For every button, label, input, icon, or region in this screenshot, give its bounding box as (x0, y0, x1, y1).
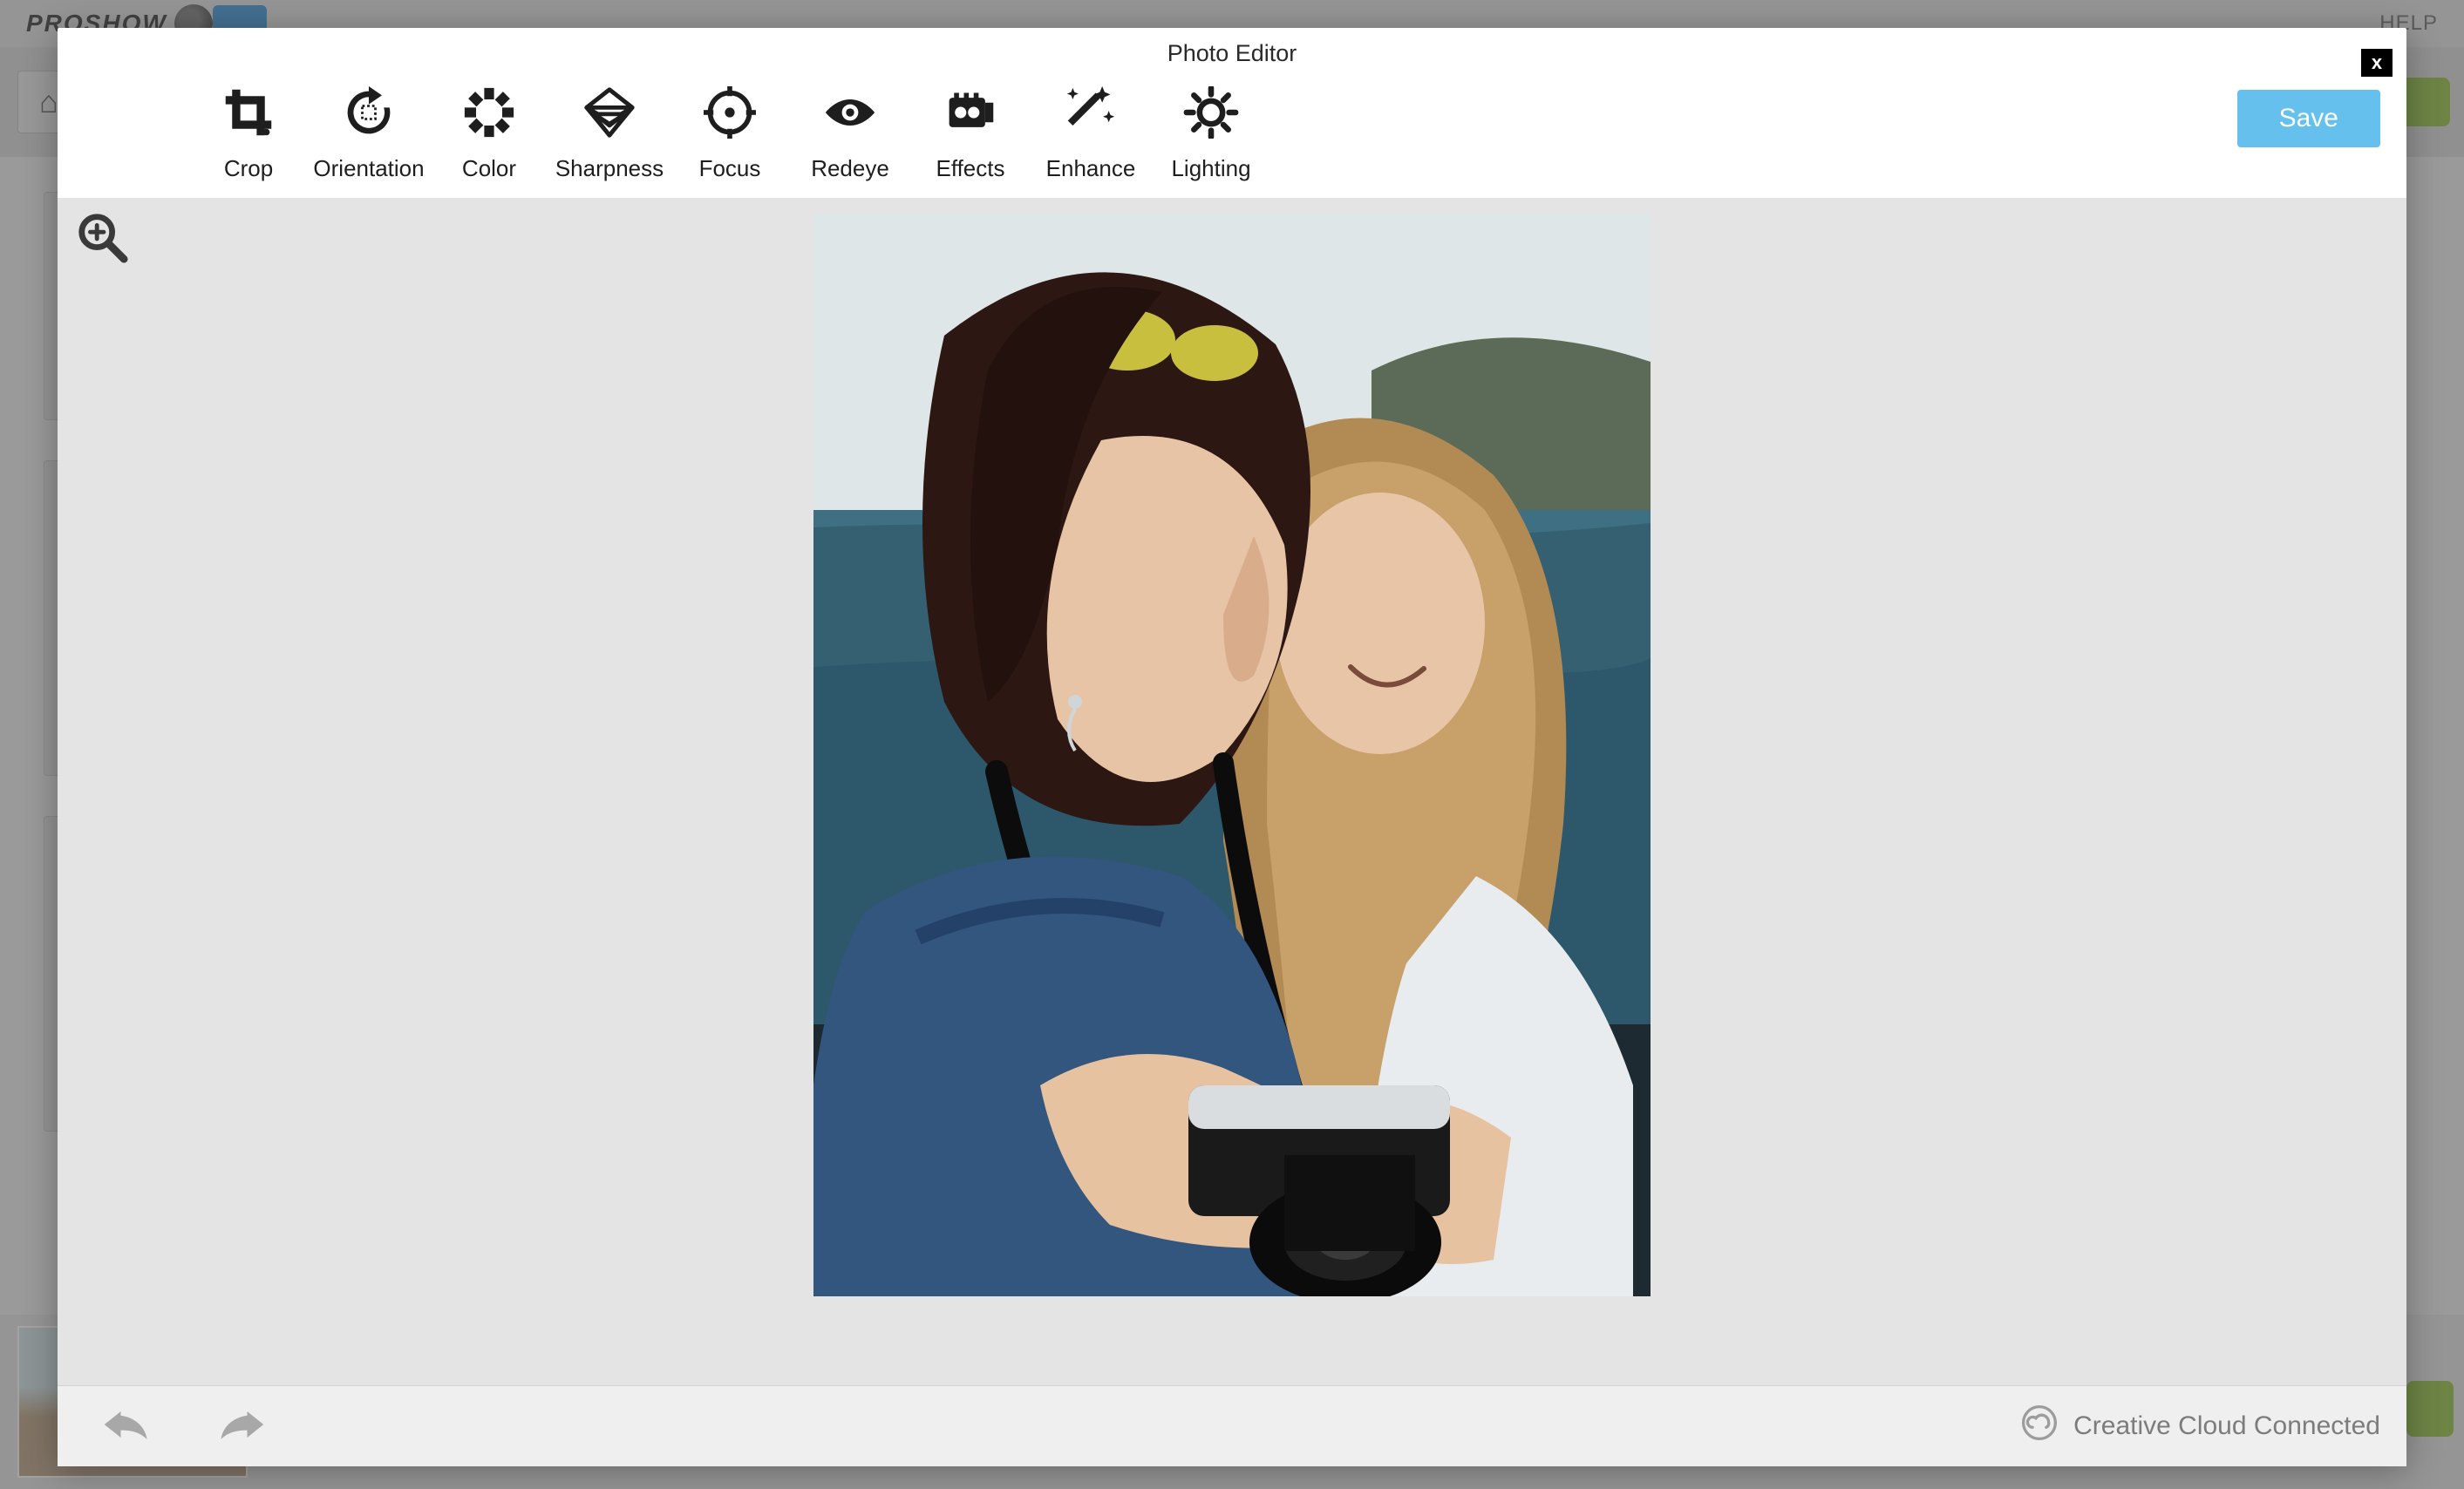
tool-label: Effects (936, 155, 1004, 182)
zoom-in-icon (75, 253, 129, 268)
redo-button[interactable] (214, 1407, 267, 1446)
tool-sharpness[interactable]: Sharpness (549, 86, 670, 182)
tool-label: Color (462, 155, 516, 182)
enhance-icon (1060, 86, 1121, 143)
tool-crop[interactable]: Crop (188, 86, 309, 182)
redeye-icon (820, 86, 881, 143)
effects-icon (940, 86, 1001, 143)
photo-preview[interactable] (813, 214, 1651, 1296)
tools-row: Crop Orientation (188, 86, 1271, 182)
sharpness-icon (579, 86, 640, 143)
tool-focus[interactable]: Focus (670, 86, 790, 182)
save-button[interactable]: Save (2237, 90, 2380, 147)
undo-button[interactable] (101, 1407, 153, 1446)
tool-color[interactable]: Color (429, 86, 549, 182)
tool-label: Lighting (1171, 155, 1250, 182)
redo-icon (214, 1431, 267, 1445)
editor-toolbar: Crop Orientation (58, 74, 2406, 198)
tool-label: Enhance (1046, 155, 1136, 182)
undo-redo-group (101, 1407, 267, 1446)
creative-cloud-icon (2021, 1404, 2058, 1448)
color-icon (459, 86, 520, 143)
tool-redeye[interactable]: Redeye (790, 86, 910, 182)
tool-label: Orientation (313, 155, 424, 182)
tool-lighting[interactable]: Lighting (1151, 86, 1271, 182)
crop-icon (218, 86, 279, 143)
canvas-area (58, 198, 2406, 1385)
tool-label: Focus (699, 155, 761, 182)
tool-orientation[interactable]: Orientation (309, 86, 429, 182)
creative-cloud-status-text: Creative Cloud Connected (2073, 1411, 2380, 1441)
close-button[interactable]: x (2361, 49, 2393, 77)
zoom-in-button[interactable] (75, 210, 129, 269)
modal-title: Photo Editor (58, 28, 2406, 74)
photo-editor-modal: x Photo Editor Crop Orientation (58, 28, 2406, 1466)
undo-icon (101, 1431, 153, 1445)
modal-footer: Creative Cloud Connected (58, 1385, 2406, 1466)
orientation-icon (338, 86, 399, 143)
tool-label: Redeye (811, 155, 889, 182)
creative-cloud-status: Creative Cloud Connected (2021, 1404, 2380, 1448)
tool-enhance[interactable]: Enhance (1031, 86, 1151, 182)
tool-label: Crop (224, 155, 273, 182)
tool-label: Sharpness (555, 155, 664, 182)
lighting-icon (1181, 86, 1242, 143)
tool-effects[interactable]: Effects (910, 86, 1031, 182)
focus-icon (699, 86, 760, 143)
